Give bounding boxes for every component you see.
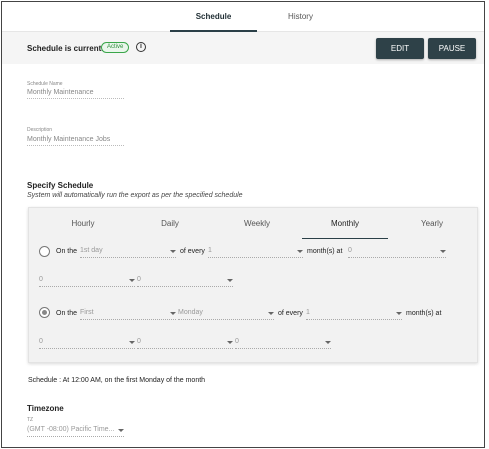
option2-second-select[interactable]: 0 [235, 338, 331, 349]
status-label: Schedule is currently [27, 44, 108, 53]
chevron-down-icon [227, 279, 233, 282]
option2-months-at-label: month(s) at [406, 310, 442, 317]
option1-day-select[interactable]: 1st day [80, 247, 176, 258]
chevron-down-icon [170, 312, 176, 315]
schedule-summary: Schedule : At 12:00 AM, on the first Mon… [28, 377, 206, 384]
pause-button[interactable]: PAUSE [428, 38, 476, 59]
chevron-down-icon [297, 250, 303, 253]
option1-every-value: 1 [208, 247, 212, 254]
tab-schedule[interactable]: Schedule [170, 2, 257, 32]
option2-ordinal-select[interactable]: First [80, 309, 176, 320]
option2-hour-value: 0 [39, 338, 43, 345]
description-label: Description [27, 127, 53, 133]
option1-of-every-label: of every [180, 248, 205, 255]
option2-every-select[interactable]: 1 [306, 309, 402, 320]
tab-daily[interactable]: Daily [130, 208, 210, 239]
option1-at-value: 0 [348, 247, 352, 254]
chevron-down-icon [440, 250, 446, 253]
option2-weekday-select[interactable]: Monday [178, 309, 274, 320]
chevron-down-icon [129, 341, 135, 344]
tab-weekly[interactable]: Weekly [217, 208, 297, 239]
schedule-panel: Hourly Daily Weekly Monthly Yearly On th… [28, 207, 478, 363]
option1-every-select[interactable]: 1 [208, 247, 303, 258]
option2-second-value: 0 [235, 338, 239, 345]
top-tabs: Schedule History [2, 2, 484, 32]
chevron-down-icon [227, 341, 233, 344]
tab-monthly[interactable]: Monthly [302, 208, 388, 239]
option2-weekday-value: Monday [178, 309, 203, 316]
option2-of-every-label: of every [278, 310, 303, 317]
option2-on-the-label: On the [56, 310, 78, 317]
option2-ordinal-value: First [80, 309, 94, 316]
specify-schedule-subtitle: System will automatically run the export… [27, 192, 243, 199]
option1-minute-select[interactable]: 0 [137, 276, 233, 287]
timezone-label: TZ [27, 417, 34, 423]
schedule-name-label: Schedule Name [27, 81, 63, 87]
option1-hour-select[interactable]: 0 [39, 276, 135, 287]
option2-minute-select[interactable]: 0 [137, 338, 233, 349]
timezone-value: (GMT -08:00) Pacific Time... [27, 426, 115, 433]
timezone-title: Timezone [27, 404, 64, 413]
description-field[interactable]: Monthly Maintenance Jobs [27, 136, 124, 146]
chevron-down-icon [170, 250, 176, 253]
option2-minute-value: 0 [137, 338, 141, 345]
schedule-name-field[interactable]: Monthly Maintenance [27, 89, 124, 99]
option1-minute-value: 0 [137, 276, 141, 283]
tab-history[interactable]: History [258, 2, 343, 32]
status-badge: Active [101, 42, 130, 53]
option1-on-the-label: On the [56, 248, 78, 255]
option2-hour-select[interactable]: 0 [39, 338, 135, 349]
chevron-down-icon [129, 279, 135, 282]
chevron-down-icon [396, 312, 402, 315]
option1-day-value: 1st day [80, 247, 103, 254]
tab-hourly[interactable]: Hourly [43, 208, 123, 239]
option2-radio[interactable] [39, 307, 50, 318]
info-icon[interactable]: i [136, 42, 146, 52]
edit-button[interactable]: EDIT [376, 38, 424, 59]
chevron-down-icon [118, 429, 124, 432]
schedule-window: Schedule History Schedule is currently A… [1, 1, 485, 448]
option1-radio[interactable] [39, 246, 50, 257]
specify-schedule-title: Specify Schedule [27, 181, 94, 190]
chevron-down-icon [268, 312, 274, 315]
option1-months-at-label: month(s) at [307, 248, 343, 255]
timezone-select[interactable]: (GMT -08:00) Pacific Time... [27, 426, 124, 437]
option1-hour-value: 0 [39, 276, 43, 283]
status-bar: Schedule is currently Active i EDIT PAUS… [2, 32, 484, 64]
chevron-down-icon [325, 341, 331, 344]
tab-yearly[interactable]: Yearly [392, 208, 472, 239]
option1-at-select[interactable]: 0 [348, 247, 446, 258]
option2-every-value: 1 [306, 309, 310, 316]
